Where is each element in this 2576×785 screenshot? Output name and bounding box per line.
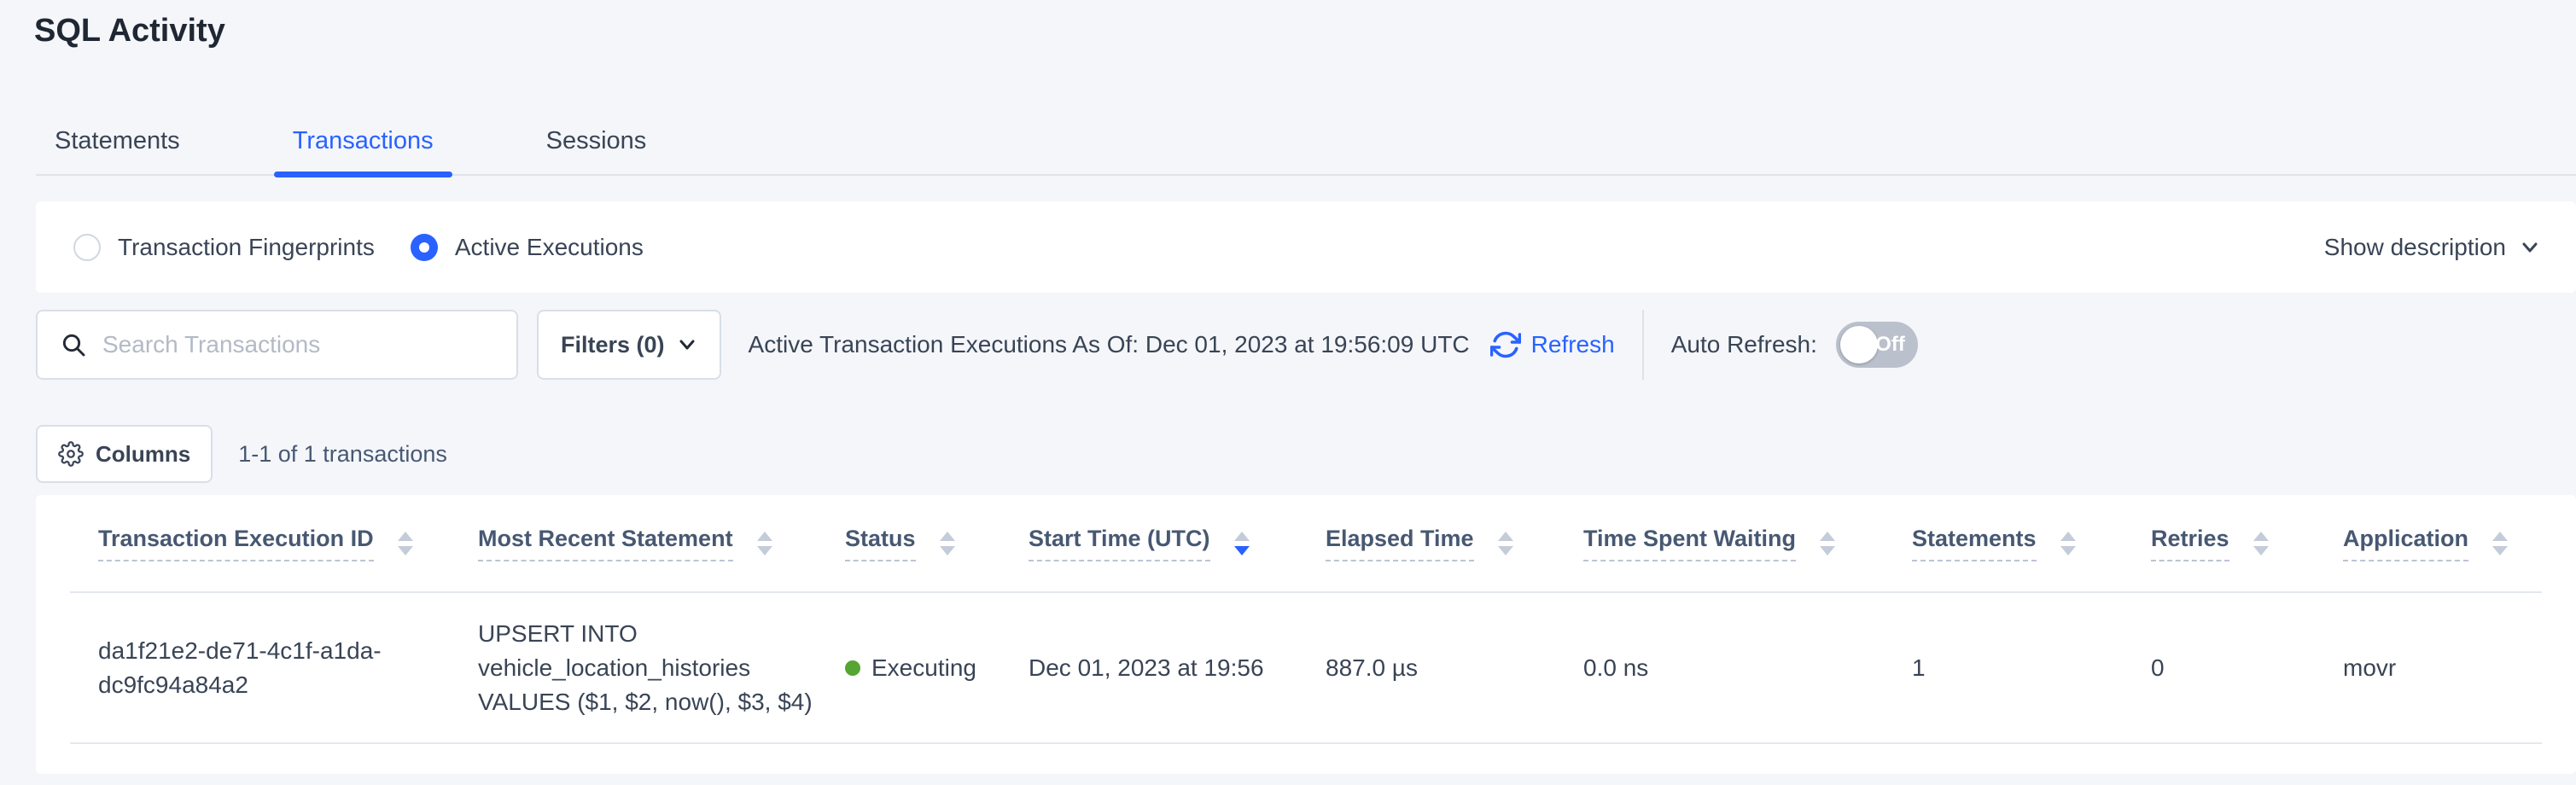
sort-icon [757,532,772,555]
column-header-statements[interactable]: Statements [1912,526,2151,561]
sort-icon [2492,532,2508,555]
filters-label: Filters (0) [561,332,665,358]
cell-statements: 1 [1912,651,2151,685]
as-of-timestamp: Active Transaction Executions As Of: Dec… [749,331,1470,358]
sort-icon [2253,532,2269,555]
sort-icon [2060,532,2076,555]
auto-refresh-toggle[interactable]: Off [1836,322,1918,368]
filters-button[interactable]: Filters (0) [537,310,721,380]
column-header-application[interactable]: Application [2343,526,2542,561]
search-icon [60,331,87,358]
chevron-down-icon [2520,237,2540,258]
radio-active-executions[interactable]: Active Executions [411,234,644,261]
column-header-start-time[interactable]: Start Time (UTC) [1029,526,1326,561]
cell-status: Executing [845,651,1029,685]
columns-button[interactable]: Columns [36,425,213,483]
radio-transaction-fingerprints[interactable]: Transaction Fingerprints [73,234,375,261]
sort-icon [398,532,413,555]
tab-statements[interactable]: Statements [36,126,199,174]
table-row[interactable]: da1f21e2-de71-4c1f-a1da-dc9fc94a84a2 UPS… [70,593,2542,744]
refresh-label: Refresh [1531,331,1615,358]
sort-icon [940,532,955,555]
radio-unselected-icon [73,234,101,261]
chevron-down-icon [677,334,697,355]
tab-transactions[interactable]: Transactions [274,126,452,174]
cell-most-recent-statement: UPSERT INTO vehicle_location_histories V… [478,617,845,719]
toggle-state-label: Off [1875,333,1905,357]
refresh-button[interactable]: Refresh [1490,329,1615,360]
radio-label: Active Executions [455,234,644,261]
column-header-transaction-execution-id[interactable]: Transaction Execution ID [98,526,478,561]
search-input[interactable] [102,331,499,358]
sort-icon [1498,532,1513,555]
column-header-retries[interactable]: Retries [2151,526,2343,561]
auto-refresh-label: Auto Refresh: [1671,331,1817,358]
cell-elapsed-time: 887.0 µs [1326,651,1583,685]
search-box [36,310,518,380]
columns-button-label: Columns [96,441,190,468]
status-dot-icon [845,660,860,676]
sort-icon [1820,532,1835,555]
show-description-label: Show description [2324,234,2506,261]
tab-bar: Statements Transactions Sessions [36,126,2576,176]
toggle-knob-icon [1840,326,1878,363]
cell-retries: 0 [2151,651,2343,685]
status-label: Executing [871,651,976,685]
results-count: 1-1 of 1 transactions [238,441,447,468]
transactions-table: Transaction Execution ID Most Recent Sta… [36,495,2576,774]
sql-activity-page: SQL Activity Statements Transactions Ses… [0,12,2576,774]
table-header-row: Transaction Execution ID Most Recent Sta… [70,495,2542,593]
sort-desc-icon [1234,532,1250,555]
view-mode-radio-group: Transaction Fingerprints Active Executio… [73,234,644,261]
toolbar: Filters (0) Active Transaction Execution… [36,310,2576,380]
toolbar-divider [1642,310,1644,380]
tab-sessions[interactable]: Sessions [527,126,666,174]
page-title: SQL Activity [34,12,2576,49]
cell-transaction-execution-id[interactable]: da1f21e2-de71-4c1f-a1da-dc9fc94a84a2 [98,634,478,702]
refresh-arrows-icon [1490,329,1521,360]
gear-icon [58,441,84,467]
show-description-toggle[interactable]: Show description [2324,234,2540,261]
cell-time-spent-waiting: 0.0 ns [1583,651,1912,685]
column-header-time-spent-waiting[interactable]: Time Spent Waiting [1583,526,1912,561]
radio-label: Transaction Fingerprints [118,234,375,261]
table-controls-row: Columns 1-1 of 1 transactions [36,425,2576,483]
cell-start-time: Dec 01, 2023 at 19:56 [1029,651,1326,685]
column-header-elapsed-time[interactable]: Elapsed Time [1326,526,1583,561]
column-header-most-recent-statement[interactable]: Most Recent Statement [478,526,845,561]
radio-selected-icon [411,234,438,261]
cell-application: movr [2343,651,2542,685]
column-header-status[interactable]: Status [845,526,1029,561]
view-options-card: Transaction Fingerprints Active Executio… [36,201,2576,293]
